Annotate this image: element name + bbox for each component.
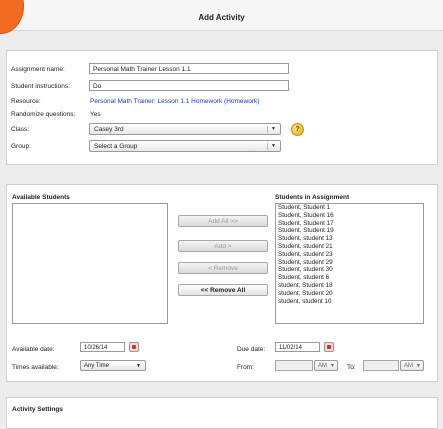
resource-link[interactable]: Personal Math Trainer: Lesson 1.1 Homewo… — [90, 98, 259, 105]
list-item[interactable]: Student, Student 1 — [276, 204, 423, 212]
activity-settings-title: Activity Settings — [12, 406, 63, 413]
student-instructions-label: Student instructions: — [11, 83, 70, 90]
activity-settings-panel: Activity Settings — [6, 397, 438, 429]
add-button[interactable]: Add > — [178, 240, 268, 252]
to-label: To: — [347, 364, 356, 371]
randomize-questions-value: Yes — [90, 111, 101, 118]
page-title: Add Activity — [198, 13, 245, 22]
list-item[interactable]: Student, student 23 — [276, 251, 423, 259]
due-date-input[interactable]: 11/02/14 — [275, 342, 320, 352]
available-students-list[interactable] — [12, 203, 168, 324]
calendar-icon[interactable] — [129, 342, 139, 352]
ampm-value: AM — [404, 363, 413, 369]
list-item[interactable]: Student, student 13 — [276, 235, 423, 243]
chevron-down-icon: ▼ — [416, 363, 421, 369]
assignment-details-panel: Assignment name: Personal Math Trainer L… — [6, 50, 438, 165]
from-label: From: — [237, 364, 254, 371]
chevron-down-icon: ▼ — [330, 363, 335, 369]
students-in-assignment-list[interactable]: Student, Student 1 Student, Student 16 S… — [275, 203, 424, 324]
chevron-down-icon: ▼ — [271, 143, 276, 149]
select-divider — [267, 126, 268, 133]
available-students-title: Available Students — [12, 194, 70, 201]
from-ampm-select[interactable]: AM ▼ — [314, 360, 338, 371]
list-item[interactable]: Student, student 29 — [276, 259, 423, 267]
remove-all-button[interactable]: << Remove All — [178, 284, 268, 296]
students-in-assignment-title: Students in Assignment — [275, 194, 350, 201]
times-available-value: Any Time — [84, 363, 110, 369]
times-available-select[interactable]: Any Time ▼ — [80, 360, 146, 371]
calendar-icon[interactable] — [324, 342, 334, 352]
student-instructions-input[interactable]: Do — [89, 80, 289, 91]
randomize-questions-label: Randomize questions: — [11, 111, 76, 118]
due-date-label: Due date: — [237, 346, 266, 353]
select-divider — [267, 143, 268, 150]
list-item[interactable]: student, Student 20 — [276, 290, 423, 298]
group-select-value: Select a Group — [94, 143, 138, 150]
available-date-label: Available date: — [12, 346, 55, 353]
times-available-label: Times available: — [12, 364, 59, 371]
class-label: Class: — [11, 126, 30, 133]
chevron-down-icon: ▼ — [136, 363, 141, 369]
chevron-down-icon: ▼ — [271, 126, 276, 132]
class-select[interactable]: Casey 3rd ▼ — [89, 123, 281, 135]
assignment-name-label: Assignment name: — [11, 66, 65, 73]
add-all-button[interactable]: Add All >> — [178, 215, 268, 227]
ampm-value: AM — [318, 363, 327, 369]
remove-button[interactable]: < Remove — [178, 262, 268, 274]
group-label: Group: — [11, 143, 31, 150]
students-panel: Available Students Students in Assignmen… — [6, 184, 438, 382]
list-item[interactable]: student, Student 18 — [276, 282, 423, 290]
help-icon[interactable]: ? — [291, 123, 304, 136]
to-time-input[interactable] — [363, 360, 399, 371]
list-item[interactable]: Student, student 21 — [276, 243, 423, 251]
list-item[interactable]: student, student 10 — [276, 298, 423, 306]
assignment-name-input[interactable]: Personal Math Trainer Lesson 1.1 — [89, 63, 289, 74]
list-item[interactable]: Student, Student 16 — [276, 212, 423, 220]
list-item[interactable]: Student, Student 19 — [276, 227, 423, 235]
available-date-input[interactable]: 10/26/14 — [80, 342, 125, 352]
list-item[interactable]: Student, student 6 — [276, 274, 423, 282]
resource-label: Resource: — [11, 98, 41, 105]
group-select[interactable]: Select a Group ▼ — [89, 140, 281, 152]
list-item[interactable]: Student, student 30 — [276, 266, 423, 274]
from-time-input[interactable] — [275, 360, 313, 371]
class-select-value: Casey 3rd — [94, 126, 124, 133]
to-ampm-select[interactable]: AM ▼ — [400, 360, 424, 371]
list-item[interactable]: Student, Student 17 — [276, 220, 423, 228]
